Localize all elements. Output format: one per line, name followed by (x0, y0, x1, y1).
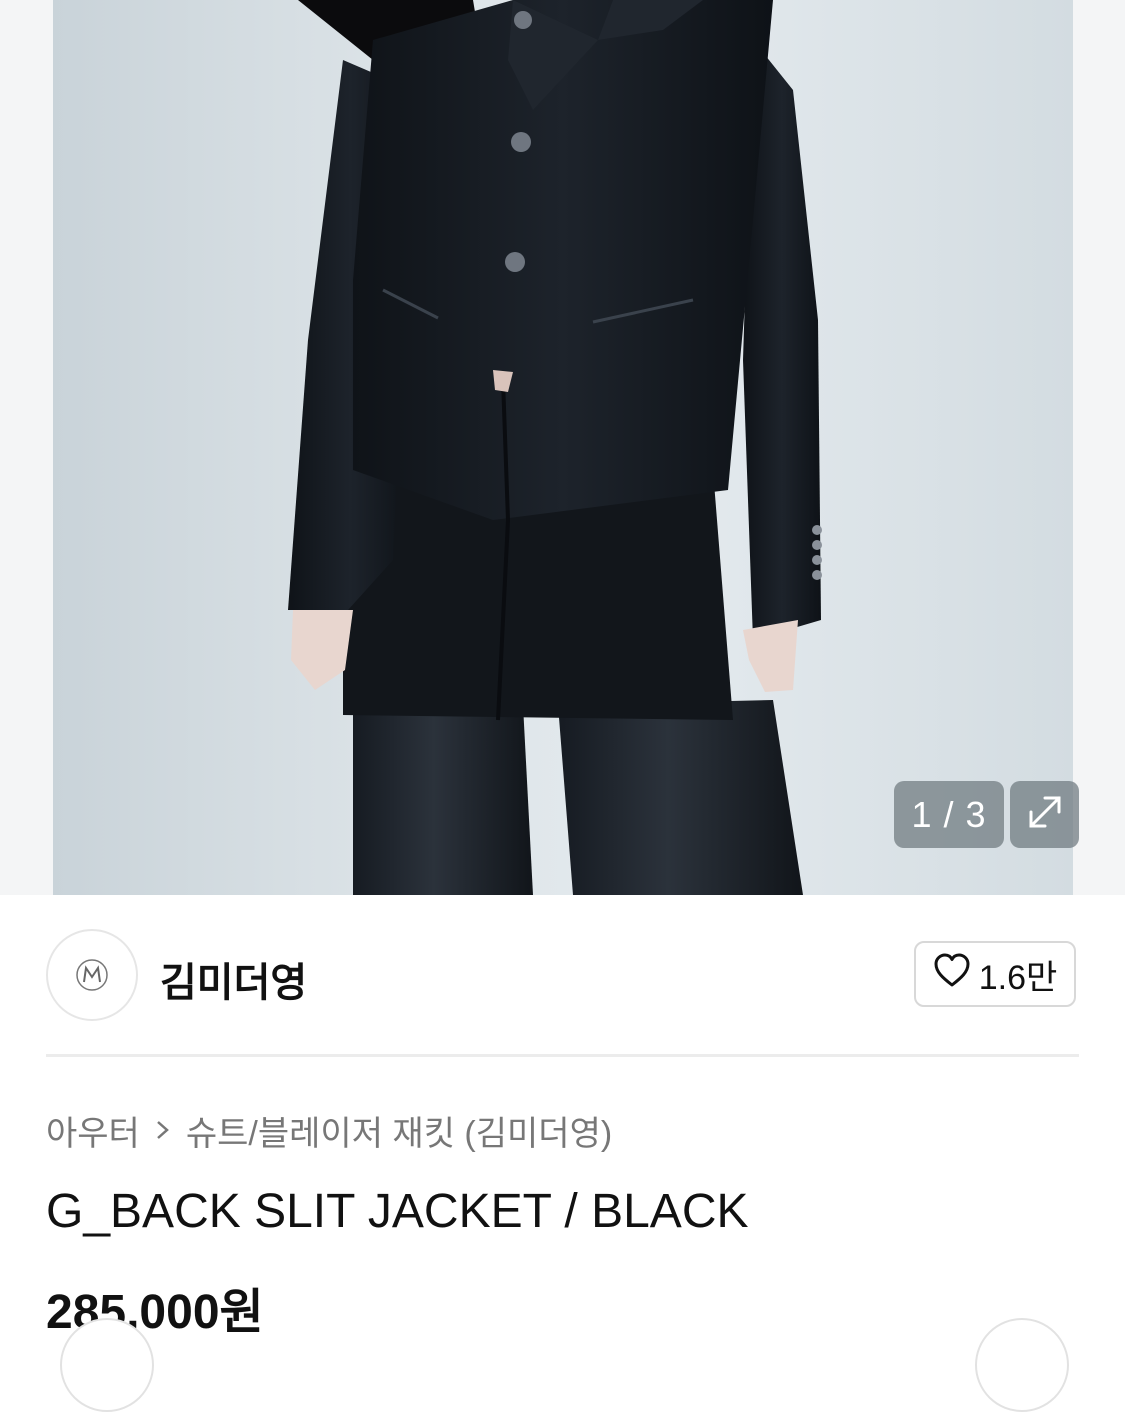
chevron-right-icon (154, 1111, 172, 1150)
model-wearing-jacket-illustration (288, 0, 822, 895)
heart-icon (933, 952, 971, 997)
like-button[interactable]: 1.6만 (914, 941, 1076, 1007)
brand-logo[interactable] (46, 929, 138, 1021)
product-title: G_BACK SLIT JACKET / BLACK (46, 1185, 749, 1238)
breadcrumb-item-subcategory[interactable]: 슈트/블레이저 재킷 (김미더영) (186, 1106, 612, 1155)
like-count: 1.6만 (978, 958, 1058, 997)
floating-button-partial[interactable] (60, 1318, 154, 1412)
floating-button-partial[interactable] (975, 1318, 1069, 1412)
divider (46, 1054, 1079, 1057)
brand-name[interactable]: 김미더영 (160, 950, 307, 1008)
breadcrumb: 아우터 슈트/블레이저 재킷 (김미더영) (46, 1106, 612, 1155)
product-photo[interactable] (53, 0, 1073, 895)
breadcrumb-item-category[interactable]: 아우터 (46, 1106, 140, 1155)
expand-image-button[interactable] (1010, 781, 1079, 848)
image-counter-badge: 1 / 3 (894, 781, 1004, 848)
product-image-gallery[interactable]: 1 / 3 (0, 0, 1125, 895)
image-counter-text: 1 / 3 (911, 793, 987, 835)
brand-logo-mark (76, 959, 108, 991)
expand-icon (1025, 792, 1065, 837)
